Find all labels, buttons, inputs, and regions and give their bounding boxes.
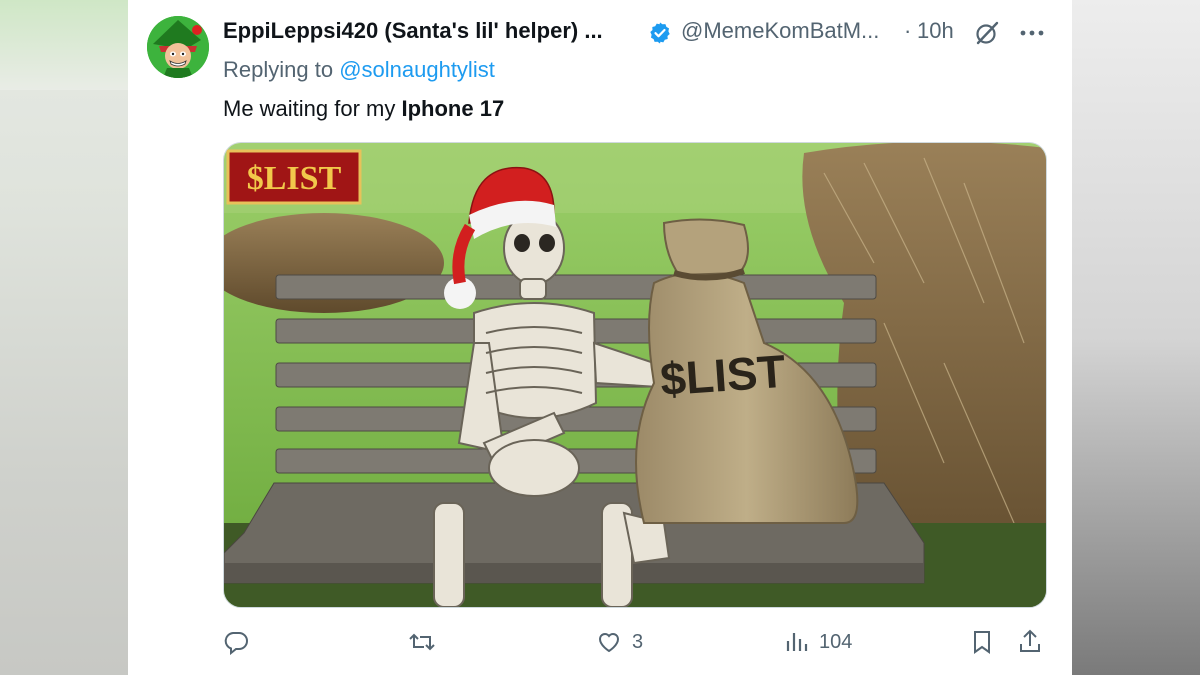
retweet-icon (409, 633, 435, 651)
tweet-header: EppiLeppsi420 (Santa's lil' helper) ... … (223, 18, 1053, 48)
tweet-media-image[interactable]: $LIST $LIST (223, 142, 1047, 608)
views-button[interactable]: 104 (783, 624, 852, 660)
media-logo-text: $LIST (247, 160, 342, 197)
views-count: 104 (819, 630, 853, 653)
replying-to: Replying to @solnaughtylist (223, 57, 495, 83)
tweet-text: Me waiting for my Iphone 17 (223, 96, 504, 122)
tweet-card[interactable]: EppiLeppsi420 (Santa's lil' helper) ... … (128, 0, 1072, 675)
retweet-button[interactable] (409, 624, 445, 660)
replying-prefix: Replying to (223, 57, 340, 82)
background-left (0, 0, 128, 675)
user-handle[interactable]: @MemeKomBatM... (681, 18, 879, 44)
like-count: 3 (632, 630, 644, 653)
reply-button[interactable] (223, 624, 259, 660)
more-options-icon[interactable] (1018, 20, 1046, 46)
bookmark-button[interactable] (969, 624, 995, 660)
bookmark-icon (974, 631, 990, 654)
background-right (1072, 0, 1200, 675)
avatar[interactable] (147, 16, 209, 78)
sack-label-text: $LIST (659, 345, 788, 406)
timestamp[interactable]: 10h (917, 18, 954, 44)
tweet-text-bold: Iphone 17 (401, 96, 505, 121)
reply-icon (224, 632, 248, 655)
share-button[interactable] (1017, 624, 1043, 660)
share-icon (1020, 629, 1040, 652)
like-button[interactable]: 3 (596, 624, 643, 660)
tweet-text-plain: Me waiting for my (223, 96, 402, 121)
verified-badge-icon (650, 22, 670, 44)
reply-mention-link[interactable]: @solnaughtylist (339, 57, 495, 82)
grok-icon[interactable] (974, 20, 1000, 46)
views-chart-icon (786, 633, 808, 651)
separator-dot: · (904, 18, 912, 43)
heart-icon (598, 633, 620, 653)
display-name[interactable]: EppiLeppsi420 (Santa's lil' helper) ... (223, 18, 603, 44)
tweet-actions-bar: 3 104 (223, 624, 1053, 660)
